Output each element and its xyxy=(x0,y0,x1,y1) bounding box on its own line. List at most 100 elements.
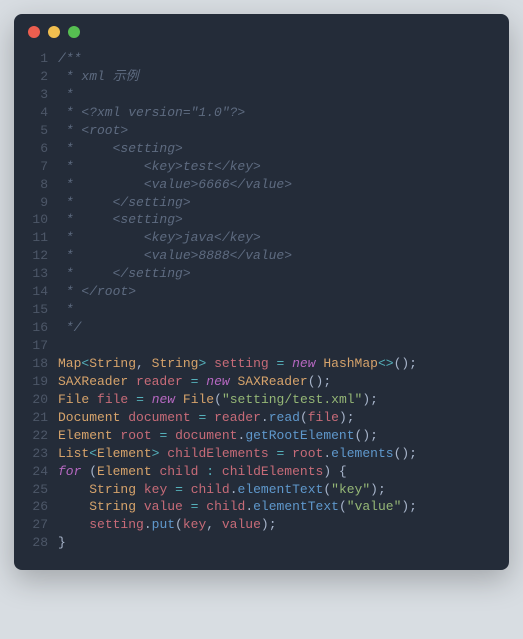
line-number: 21 xyxy=(14,409,58,427)
code-content[interactable]: Document document = reader.read(file); xyxy=(58,409,509,427)
code-line[interactable]: 25 String key = child.elementText("key")… xyxy=(14,481,509,499)
line-number: 28 xyxy=(14,534,58,552)
line-number: 9 xyxy=(14,194,58,212)
token: . xyxy=(323,446,331,461)
code-content[interactable]: for (Element child : childElements) { xyxy=(58,463,509,481)
token: ); xyxy=(362,392,378,407)
token: reader xyxy=(214,410,261,425)
code-line[interactable]: 24for (Element child : childElements) { xyxy=(14,463,509,481)
token: getRootElement xyxy=(245,428,354,443)
code-line[interactable]: 12 * <value>8888</value> xyxy=(14,247,509,265)
code-line[interactable]: 1/** xyxy=(14,50,509,68)
code-line[interactable]: 15 * xyxy=(14,301,509,319)
token: ( xyxy=(300,410,308,425)
code-line[interactable]: 16 */ xyxy=(14,319,509,337)
code-content[interactable]: * <?xml version="1.0"?> xyxy=(58,104,509,122)
token: document xyxy=(128,410,190,425)
code-line[interactable]: 20File file = new File("setting/test.xml… xyxy=(14,391,509,409)
token: child xyxy=(159,464,198,479)
token: * </setting> xyxy=(58,266,191,281)
token: child xyxy=(206,499,245,514)
line-number: 22 xyxy=(14,427,58,445)
code-content[interactable]: List<Element> childElements = root.eleme… xyxy=(58,445,509,463)
token: <> xyxy=(378,356,394,371)
code-line[interactable]: 3 * xyxy=(14,86,509,104)
token: * </setting> xyxy=(58,195,191,210)
code-line[interactable]: 22Element root = document.getRootElement… xyxy=(14,427,509,445)
code-line[interactable]: 26 String value = child.elementText("val… xyxy=(14,498,509,516)
code-line[interactable]: 14 * </root> xyxy=(14,283,509,301)
token: elementText xyxy=(253,499,339,514)
code-content[interactable]: * <setting> xyxy=(58,140,509,158)
line-number: 17 xyxy=(14,337,58,355)
token xyxy=(269,446,277,461)
token: * </root> xyxy=(58,284,136,299)
code-content[interactable]: * <key>test</key> xyxy=(58,158,509,176)
code-content[interactable]: * </setting> xyxy=(58,265,509,283)
code-line[interactable]: 13 * </setting> xyxy=(14,265,509,283)
code-content[interactable]: * <value>8888</value> xyxy=(58,247,509,265)
token xyxy=(206,410,214,425)
token xyxy=(128,374,136,389)
code-content[interactable]: * xyxy=(58,86,509,104)
code-content[interactable]: Map<String, String> setting = new HashMa… xyxy=(58,355,509,373)
code-content[interactable] xyxy=(58,337,509,355)
code-content[interactable]: /** xyxy=(58,50,509,68)
code-content[interactable]: File file = new File("setting/test.xml")… xyxy=(58,391,509,409)
code-content[interactable]: * <setting> xyxy=(58,211,509,229)
token: . xyxy=(245,499,253,514)
code-line[interactable]: 5 * <root> xyxy=(14,122,509,140)
code-line[interactable]: 4 * <?xml version="1.0"?> xyxy=(14,104,509,122)
code-line[interactable]: 21Document document = reader.read(file); xyxy=(14,409,509,427)
line-number: 27 xyxy=(14,516,58,534)
code-line[interactable]: 23List<Element> childElements = root.ele… xyxy=(14,445,509,463)
token: value xyxy=(144,499,183,514)
code-line[interactable]: 8 * <value>6666</value> xyxy=(14,176,509,194)
close-icon[interactable] xyxy=(28,26,40,38)
code-line[interactable]: 28} xyxy=(14,534,509,552)
token: */ xyxy=(58,320,81,335)
code-content[interactable]: * </setting> xyxy=(58,194,509,212)
token: SAXReader xyxy=(238,374,308,389)
minimize-icon[interactable] xyxy=(48,26,60,38)
code-line[interactable]: 9 * </setting> xyxy=(14,194,509,212)
code-editor[interactable]: 1/**2 * xml 示例3 *4 * <?xml version="1.0"… xyxy=(14,46,509,570)
token: . xyxy=(144,517,152,532)
maximize-icon[interactable] xyxy=(68,26,80,38)
code-line[interactable]: 7 * <key>test</key> xyxy=(14,158,509,176)
code-line[interactable]: 2 * xml 示例 xyxy=(14,68,509,86)
token: ); xyxy=(339,410,355,425)
token xyxy=(167,482,175,497)
code-line[interactable]: 27 setting.put(key, value); xyxy=(14,516,509,534)
code-line[interactable]: 17 xyxy=(14,337,509,355)
code-line[interactable]: 6 * <setting> xyxy=(14,140,509,158)
code-content[interactable]: setting.put(key, value); xyxy=(58,516,509,534)
token: new xyxy=(206,374,229,389)
token: put xyxy=(152,517,175,532)
token: (); xyxy=(394,446,417,461)
code-line[interactable]: 18Map<String, String> setting = new Hash… xyxy=(14,355,509,373)
token: file xyxy=(308,410,339,425)
token: root xyxy=(292,446,323,461)
code-content[interactable]: } xyxy=(58,534,509,552)
code-content[interactable]: Element root = document.getRootElement()… xyxy=(58,427,509,445)
code-content[interactable]: * <root> xyxy=(58,122,509,140)
token: SAXReader xyxy=(58,374,128,389)
code-line[interactable]: 11 * <key>java</key> xyxy=(14,229,509,247)
code-content[interactable]: * xyxy=(58,301,509,319)
code-line[interactable]: 10 * <setting> xyxy=(14,211,509,229)
code-content[interactable]: String value = child.elementText("value"… xyxy=(58,498,509,516)
code-content[interactable]: String key = child.elementText("key"); xyxy=(58,481,509,499)
token: * xyxy=(58,302,74,317)
token: String xyxy=(89,482,136,497)
code-content[interactable]: * </root> xyxy=(58,283,509,301)
code-content[interactable]: * <key>java</key> xyxy=(58,229,509,247)
token: * <setting> xyxy=(58,141,183,156)
code-content[interactable]: SAXReader reader = new SAXReader(); xyxy=(58,373,509,391)
code-content[interactable]: */ xyxy=(58,319,509,337)
line-number: 6 xyxy=(14,140,58,158)
token: * <key>test</key> xyxy=(58,159,261,174)
code-content[interactable]: * xml 示例 xyxy=(58,68,509,86)
code-line[interactable]: 19SAXReader reader = new SAXReader(); xyxy=(14,373,509,391)
code-content[interactable]: * <value>6666</value> xyxy=(58,176,509,194)
